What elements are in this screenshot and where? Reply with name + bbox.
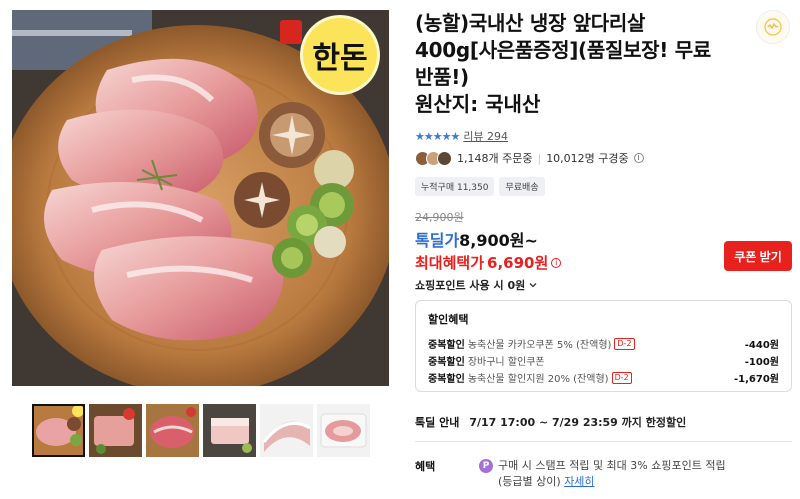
thumbnail-5[interactable]: [260, 404, 313, 457]
product-origin: 원산지: 국내산: [415, 92, 541, 116]
point-badge-icon: P: [479, 459, 493, 473]
product-title: (농할)국내산 냉장 앞다리살 400g[사은품증정](품질보장! 무료반품!): [415, 11, 711, 89]
tag-list: 누적구매 11,350 무료배송: [415, 177, 545, 196]
max-price-value: 6,690원: [487, 254, 549, 272]
tag-free-shipping: 무료배송: [499, 177, 545, 196]
discount-box: 할인혜택 중복할인 농축산물 카카오쿠폰 5% (잔액형) D-2 -440원 …: [415, 300, 792, 392]
deal-price-value: 8,900원~: [459, 231, 538, 250]
deal-price: 톡딜가 8,900원~: [415, 227, 538, 251]
discount-type: 중복할인: [428, 340, 465, 351]
discount-desc: 농축산물 카카오쿠폰 5% (잔액형): [467, 340, 612, 351]
points-text: 쇼핑포인트 사용 시 0원: [415, 279, 526, 292]
discount-type: 중복할인: [428, 357, 465, 368]
review-link[interactable]: 리뷰 294: [463, 128, 508, 144]
section-divider: [415, 441, 792, 442]
discount-desc: 장바구니 할인쿠폰: [467, 357, 545, 368]
thumbnail-2[interactable]: [89, 404, 142, 457]
order-status-row: 1,148개 주문중 | 10,012명 구경중 i: [415, 150, 644, 166]
thumbnail-1[interactable]: [32, 404, 85, 457]
buyer-avatars: [415, 150, 452, 166]
discount-amount: -1,670원: [734, 374, 779, 385]
discount-amount: -100원: [744, 357, 779, 368]
original-price: 24,900원: [415, 211, 464, 224]
avatar: [437, 150, 452, 166]
benefit-line: 구매 시 스탬프 적립 및 최대 3% 쇼핑포인트 적립: [498, 459, 726, 472]
orders-count: 1,148개 주문중: [457, 152, 533, 165]
discount-row: 중복할인 농축산물 카카오쿠폰 5% (잔액형) D-2 -440원: [428, 335, 779, 352]
info-icon[interactable]: i: [551, 257, 562, 268]
viewers-count: 10,012명 구경중: [546, 152, 629, 165]
deal-notice-label: 톡딜 안내: [415, 416, 460, 429]
max-benefit-price: 최대혜택가 6,690원 i: [415, 252, 562, 273]
discount-amount: -440원: [744, 340, 779, 351]
discount-row: 중복할인 농축산물 할인지원 20% (잔액형) D-2 -1,670원: [428, 369, 779, 386]
chevron-down-icon: [529, 283, 537, 288]
discount-title: 할인혜택: [428, 313, 469, 326]
get-coupon-button[interactable]: 쿠폰 받기: [724, 241, 792, 271]
benefit-section: 혜택 P 구매 시 스탬프 적립 및 최대 3% 쇼핑포인트 적립 (등급별 상…: [415, 458, 800, 490]
divider: |: [537, 151, 542, 165]
details-link[interactable]: 자세히: [564, 475, 594, 488]
rating-row: ★★★★★ 리뷰 294: [415, 128, 508, 144]
max-price-label: 최대혜택가: [415, 254, 485, 272]
star-rating-icon: ★★★★★: [415, 129, 460, 143]
discount-type: 중복할인: [428, 374, 465, 385]
thumbnail-4[interactable]: [203, 404, 256, 457]
info-icon[interactable]: i: [633, 153, 644, 163]
thumbnail-6[interactable]: [317, 404, 370, 457]
thumbnail-3[interactable]: [146, 404, 199, 457]
d-day-badge: D-2: [611, 371, 632, 384]
discount-row: 중복할인 장바구니 할인쿠폰 -100원: [428, 352, 779, 369]
thumbnail-strip: [32, 404, 372, 458]
deal-notice-text: 7/17 17:00 ~ 7/29 23:59 까지 한정할인: [469, 416, 687, 429]
points-usage[interactable]: 쇼핑포인트 사용 시 0원: [415, 277, 538, 293]
product-info: (농할)국내산 냉장 앞다리살 400g[사은품증정](품질보장! 무료반품!)…: [415, 10, 800, 118]
deal-notice: 톡딜 안내 7/17 17:00 ~ 7/29 23:59 까지 한정할인: [415, 414, 686, 430]
product-main-image: 한돈: [12, 10, 389, 386]
hanton-logo: 한돈: [312, 41, 367, 76]
deal-price-label: 톡딜가: [415, 231, 460, 250]
d-day-badge: D-2: [614, 337, 635, 350]
benefit-line-2: (등급별 상이): [498, 475, 561, 488]
benefit-label: 혜택: [415, 460, 436, 473]
discount-desc: 농축산물 할인지원 20% (잔액형): [467, 374, 609, 385]
tag-cumulative-purchase: 누적구매 11,350: [415, 177, 495, 196]
